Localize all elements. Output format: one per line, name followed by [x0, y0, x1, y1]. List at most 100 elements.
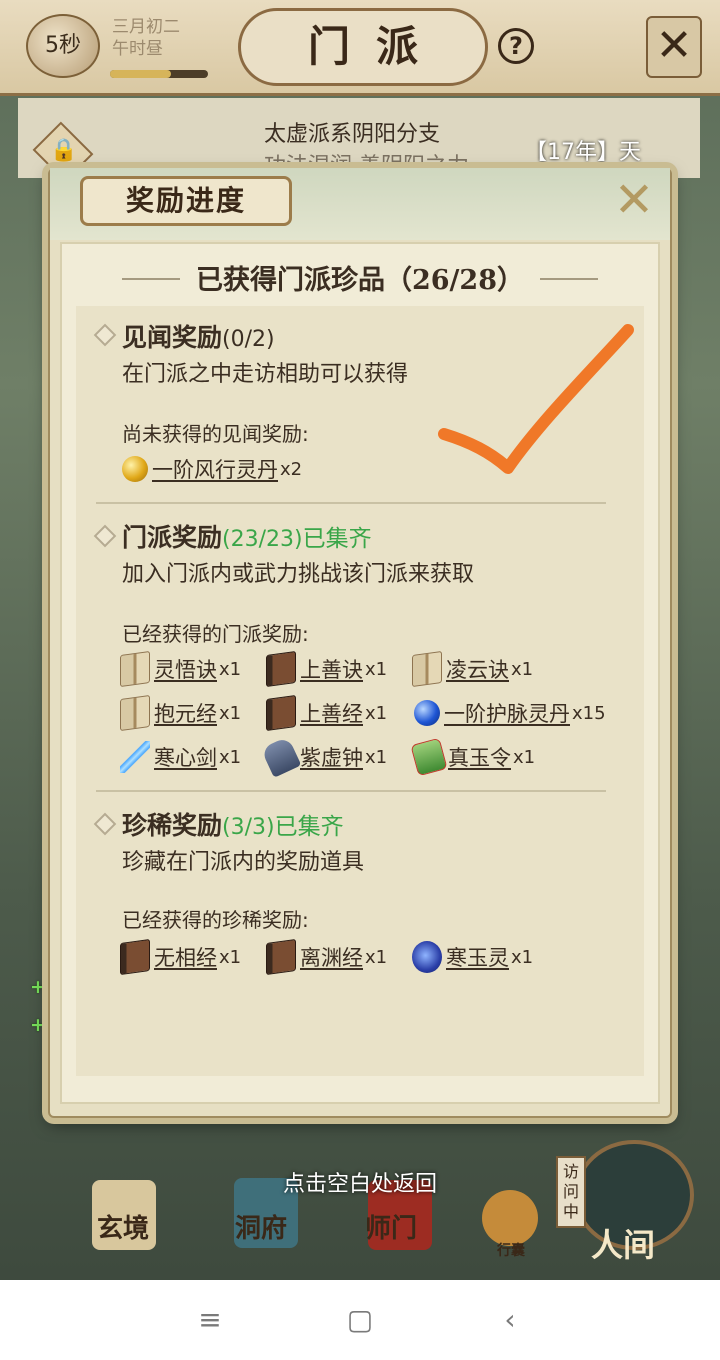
section-desc: 珍藏在门派内的奖励道具: [122, 850, 365, 875]
section-desc: 加入门派内或武力挑战该门派来获取: [122, 562, 475, 587]
reward-item[interactable]: 紫虚钟 x1: [260, 736, 388, 778]
section-title-text: 珍稀奖励: [122, 811, 223, 840]
section-title-text: 见闻奖励: [122, 323, 223, 352]
reward-item-name: 寒玉灵: [446, 946, 509, 970]
section-complete-label: 已集齐: [274, 814, 344, 840]
modal-title: 奖励进度: [80, 176, 292, 226]
reward-item-name: 上善诀: [300, 658, 363, 682]
section-title-jianwen: 见闻奖励(0/2): [122, 318, 275, 354]
sword-icon: [120, 741, 150, 773]
dark-book-icon: [266, 694, 296, 732]
blue-pill-icon: [414, 700, 440, 726]
reward-item[interactable]: 寒心剑 x1: [120, 740, 241, 774]
reward-item[interactable]: 灵悟诀 x1: [120, 650, 242, 688]
sect-time: 【17年】天: [525, 140, 641, 165]
reward-item-qty: x1: [365, 702, 388, 724]
reward-item-name: 一阶风行灵丹: [152, 458, 278, 482]
title-rule-right: [540, 278, 598, 280]
close-page-button[interactable]: ✕: [646, 16, 702, 78]
jade-token-icon: [410, 737, 448, 777]
return-hint[interactable]: 点击空白处返回: [0, 1166, 720, 1198]
section-title-text: 门派奖励: [122, 523, 223, 552]
nav-renjian[interactable]: 人间: [578, 1220, 668, 1266]
section-count: (0/2): [222, 327, 275, 352]
reward-item[interactable]: 凌云诀 x1: [412, 650, 534, 688]
reward-item-qty: x1: [219, 658, 242, 680]
reward-item[interactable]: 离渊经 x1: [266, 938, 388, 976]
reward-item-qty: x1: [511, 658, 534, 680]
dark-book-icon: [120, 938, 150, 976]
close-x-icon: ✕: [655, 20, 693, 71]
reward-item-name: 一阶护脉灵丹: [444, 702, 570, 726]
reward-item-qty: x1: [219, 746, 242, 768]
timer-disc: 5秒: [26, 14, 100, 78]
reward-item-qty: x2: [280, 458, 303, 480]
reward-item-qty: x1: [219, 702, 242, 724]
section-count: (23/23): [222, 527, 303, 552]
dark-book-icon: [266, 938, 296, 976]
bag-icon: [482, 1190, 538, 1246]
bell-icon: [260, 736, 302, 778]
nav-xuanjing[interactable]: 玄境: [78, 1208, 168, 1245]
check-mark-annotation: [438, 324, 634, 474]
reward-item-name: 抱元经: [154, 702, 217, 726]
reward-item-qty: x1: [365, 946, 388, 968]
light-book-icon: [412, 650, 442, 688]
help-button[interactable]: ?: [498, 28, 534, 64]
reward-item-qty: x1: [513, 746, 536, 768]
reward-item[interactable]: 寒玉灵 x1: [412, 940, 533, 974]
reward-item-qty: x1: [365, 658, 388, 680]
reward-item-qty: x1: [365, 746, 388, 768]
light-book-icon: [120, 650, 150, 688]
light-book-icon: [120, 694, 150, 732]
section-complete-label: 已集齐: [302, 526, 372, 552]
reward-item-qty: x1: [511, 946, 534, 968]
reward-item-qty: x15: [572, 702, 606, 724]
reward-item-name: 凌云诀: [446, 658, 509, 682]
gold-pill-icon: [122, 456, 148, 482]
section-title-menpai: 门派奖励(23/23)已集齐: [122, 518, 372, 554]
sect-name: 太虚派系阴阳分支: [264, 122, 441, 147]
reward-item[interactable]: 一阶护脉灵丹 x15: [414, 696, 606, 730]
lock-icon: 🔒: [50, 138, 78, 163]
page-title: 门派: [238, 8, 488, 86]
nav-shimen[interactable]: 师门: [346, 1208, 436, 1245]
dark-book-icon: [266, 650, 296, 688]
close-x-icon: ✕: [613, 172, 655, 228]
reward-item-name: 上善经: [300, 702, 363, 726]
home-icon[interactable]: ▢: [340, 1300, 380, 1340]
modal-close-button[interactable]: ✕: [612, 176, 656, 224]
spirit-orb-icon: [412, 941, 442, 973]
reward-item-qty: x1: [219, 946, 242, 968]
reward-item[interactable]: 抱元经 x1: [120, 694, 242, 732]
nav-dongfu[interactable]: 洞府: [216, 1208, 306, 1245]
back-icon[interactable]: ‹: [490, 1300, 530, 1340]
section-title-zhenxi: 珍稀奖励(3/3)已集齐: [122, 806, 344, 842]
section-sub: 尚未获得的见闻奖励:: [122, 422, 309, 446]
title-rule-left: [122, 278, 180, 280]
game-date: 三月初二 午时昼: [112, 16, 180, 60]
reward-item[interactable]: 上善经 x1: [266, 694, 388, 732]
reward-item[interactable]: 上善诀 x1: [266, 650, 388, 688]
reward-item-name: 灵悟诀: [154, 658, 217, 682]
reward-item-name: 无相经: [154, 946, 217, 970]
reward-item-name: 离渊经: [300, 946, 363, 970]
section-sub: 已经获得的珍稀奖励:: [122, 908, 309, 932]
reward-item-name: 寒心剑: [154, 746, 217, 770]
day-progress-fill: [110, 70, 171, 78]
reward-item[interactable]: 真玉令 x1: [410, 737, 536, 777]
time-of-day-label: 午时昼: [112, 39, 163, 59]
reward-item[interactable]: 无相经 x1: [120, 938, 242, 976]
section-divider: [96, 502, 606, 504]
section-count: (3/3): [222, 815, 275, 840]
reward-item-name: 紫虚钟: [300, 746, 363, 770]
section-desc: 在门派之中走访相助可以获得: [122, 362, 409, 387]
nav-xingnang[interactable]: 行囊: [466, 1240, 556, 1260]
reward-item-name: 真玉令: [448, 746, 511, 770]
section-divider: [96, 790, 606, 792]
reward-item[interactable]: 一阶风行灵丹 x2: [122, 452, 302, 486]
day-progress-bar: [110, 70, 208, 78]
menu-icon[interactable]: ≡: [190, 1300, 230, 1340]
date-label: 三月初二: [112, 17, 180, 37]
section-sub: 已经获得的门派奖励:: [122, 622, 309, 646]
